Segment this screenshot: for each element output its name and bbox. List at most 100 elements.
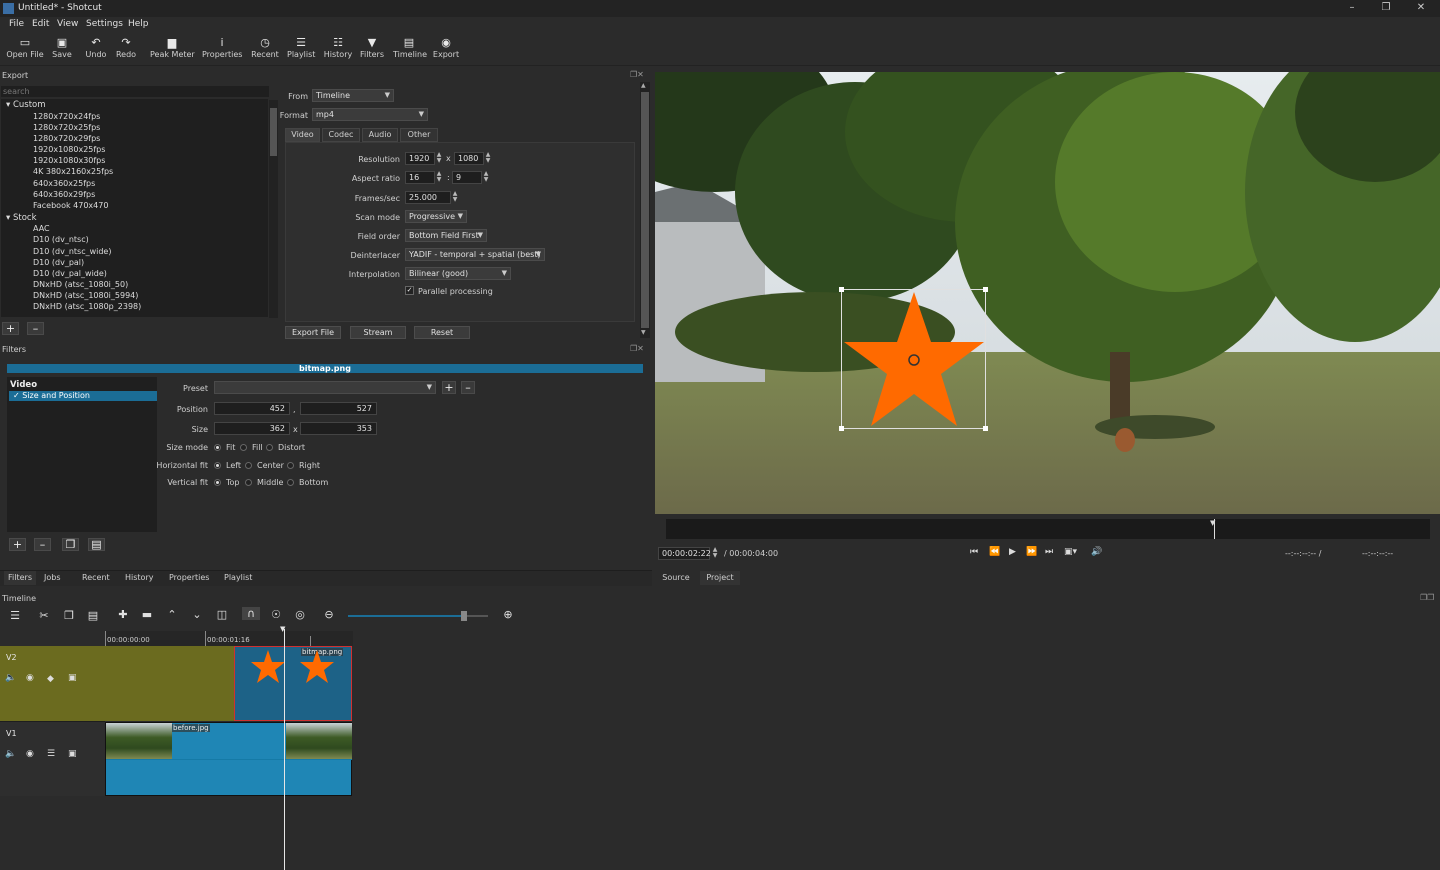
snap-icon[interactable]: ∩: [242, 607, 260, 620]
resolution-width-input[interactable]: 1920: [405, 152, 435, 165]
composite-icon[interactable]: ☰: [47, 749, 55, 759]
preset-scrollbar[interactable]: [269, 100, 278, 318]
tab-jobs[interactable]: Jobs: [44, 571, 61, 585]
tab-codec[interactable]: Codec: [322, 128, 360, 142]
scrollbar-thumb[interactable]: [641, 92, 649, 328]
ripple-icon[interactable]: ◎: [291, 608, 309, 621]
scrub-icon[interactable]: ☉: [267, 608, 285, 621]
tab-properties[interactable]: Properties: [169, 571, 209, 585]
composite-icon[interactable]: ◆: [47, 674, 54, 684]
mute-icon[interactable]: 🔈: [5, 673, 16, 683]
tab-video[interactable]: Video: [285, 128, 320, 142]
play-icon[interactable]: ▶: [1009, 547, 1016, 557]
preset-item[interactable]: 1920x1080x30fps: [33, 156, 105, 165]
paste-filter-icon[interactable]: ▤: [88, 538, 105, 551]
remove-preset-button[interactable]: –: [27, 322, 44, 335]
spinner-arrows-icon[interactable]: ▲ ▼: [711, 547, 719, 560]
delete-preset-button[interactable]: –: [461, 381, 475, 394]
spinner-arrows-icon[interactable]: ▲ ▼: [482, 171, 490, 184]
recent-button[interactable]: ◷ Recent: [250, 36, 280, 64]
zoom-out-icon[interactable]: ⊖: [320, 608, 338, 621]
tab-other[interactable]: Other: [400, 128, 438, 142]
transform-bounding-box[interactable]: [839, 287, 988, 431]
hfit-right-radio[interactable]: [287, 462, 294, 469]
preset-item[interactable]: 640x360x29fps: [33, 190, 95, 199]
deinterlacer-combo[interactable]: YADIF - temporal + spatial (best) ▼: [405, 248, 545, 261]
aspect-width-input[interactable]: 16: [405, 171, 435, 184]
add-filter-button[interactable]: +: [9, 538, 26, 551]
preset-item[interactable]: D10 (dv_pal): [33, 258, 84, 267]
zoom-slider-handle[interactable]: [461, 611, 467, 621]
scrollbar-thumb[interactable]: [270, 108, 277, 156]
vfit-bottom-radio[interactable]: [287, 479, 294, 486]
open-file-button[interactable]: ▭ Open File: [6, 36, 44, 64]
size-mode-fit-radio[interactable]: [214, 444, 221, 451]
timeline-playhead[interactable]: [284, 629, 285, 870]
scan-mode-combo[interactable]: Progressive ▼: [405, 210, 467, 223]
timeline-clip-bitmap[interactable]: bitmap.png: [234, 646, 352, 721]
remove-filter-button[interactable]: –: [34, 538, 51, 551]
size-mode-fill-radio[interactable]: [240, 444, 247, 451]
properties-button[interactable]: i Properties: [202, 36, 242, 64]
video-preview[interactable]: [655, 72, 1440, 514]
from-combo[interactable]: Timeline ▼: [312, 89, 394, 102]
spinner-arrows-icon[interactable]: ▲ ▼: [435, 171, 443, 184]
preset-item[interactable]: D10 (dv_pal_wide): [33, 269, 107, 278]
append-icon[interactable]: ✚: [114, 608, 132, 621]
timeline-menu-icon[interactable]: ☰: [6, 609, 24, 622]
ripple-delete-icon[interactable]: ▬: [138, 608, 156, 621]
menu-settings[interactable]: Settings: [86, 19, 123, 29]
vfit-middle-radio[interactable]: [245, 479, 252, 486]
tab-playlist[interactable]: Playlist: [224, 571, 252, 585]
eye-icon[interactable]: ◉: [26, 749, 34, 759]
peak-meter-button[interactable]: ▆ Peak Meter: [150, 36, 195, 64]
spinner-arrows-icon[interactable]: ▲ ▼: [435, 152, 443, 165]
timeline-button[interactable]: ▤ Timeline: [393, 36, 427, 64]
volume-icon[interactable]: 🔊: [1091, 547, 1102, 557]
rewind-icon[interactable]: ⏪: [989, 547, 1000, 557]
tree-group-stock[interactable]: ▾ Stock: [6, 213, 37, 223]
tab-recent[interactable]: Recent: [82, 571, 110, 585]
menu-edit[interactable]: Edit: [32, 19, 49, 29]
preset-item[interactable]: 1280x720x29fps: [33, 134, 100, 143]
export-settings-scrollbar[interactable]: ▲ ▼: [640, 82, 650, 338]
lock-icon[interactable]: ▣: [68, 673, 77, 683]
size-width-input[interactable]: 362: [214, 422, 290, 435]
resize-handle[interactable]: [983, 287, 988, 292]
field-order-combo[interactable]: Bottom Field First ▼: [405, 229, 487, 242]
dock-float-icon[interactable]: ❐❐: [1420, 593, 1434, 602]
hfit-left-radio[interactable]: [214, 462, 221, 469]
preset-item[interactable]: DNxHD (atsc_1080i_5994): [33, 291, 138, 300]
spinner-arrows-icon[interactable]: ▲ ▼: [451, 191, 459, 204]
tab-audio[interactable]: Audio: [362, 128, 398, 142]
tab-history[interactable]: History: [125, 571, 153, 585]
copy-icon[interactable]: ❐: [60, 609, 78, 622]
size-height-input[interactable]: 353: [300, 422, 377, 435]
preset-search-input[interactable]: search: [1, 86, 269, 97]
scrub-bar[interactable]: ▼: [666, 519, 1430, 539]
format-combo[interactable]: mp4 ▼: [312, 108, 428, 121]
dock-float-icon[interactable]: ❐✕: [630, 70, 644, 79]
menu-view[interactable]: View: [57, 19, 78, 29]
minimize-icon[interactable]: –: [1342, 2, 1362, 15]
fast-forward-icon[interactable]: ⏩: [1026, 547, 1037, 557]
filter-preset-combo[interactable]: ▼: [214, 381, 436, 394]
position-y-input[interactable]: 527: [300, 402, 377, 415]
zoom-slider[interactable]: [348, 611, 488, 621]
eye-icon[interactable]: ◉: [26, 673, 34, 683]
tab-project[interactable]: Project: [700, 571, 740, 585]
save-preset-button[interactable]: +: [442, 381, 456, 394]
playlist-button[interactable]: ☰ Playlist: [287, 36, 315, 64]
preset-item[interactable]: D10 (dv_ntsc_wide): [33, 247, 111, 256]
copy-filter-icon[interactable]: ❐: [62, 538, 79, 551]
overwrite-icon[interactable]: ⌄: [188, 608, 206, 621]
reset-button[interactable]: Reset: [414, 326, 470, 339]
mute-icon[interactable]: 🔈: [5, 749, 16, 759]
resize-handle[interactable]: [839, 287, 844, 292]
cut-icon[interactable]: ✂: [35, 609, 53, 622]
track-header-v2[interactable]: V2 🔈 ◉ ◆ ▣: [0, 646, 105, 721]
filter-item-size-position[interactable]: ✓ Size and Position: [9, 391, 157, 401]
aspect-height-input[interactable]: 9: [452, 171, 482, 184]
skip-previous-icon[interactable]: ⏮: [970, 547, 978, 557]
zoom-fit-icon[interactable]: ▣▾: [1064, 547, 1077, 557]
